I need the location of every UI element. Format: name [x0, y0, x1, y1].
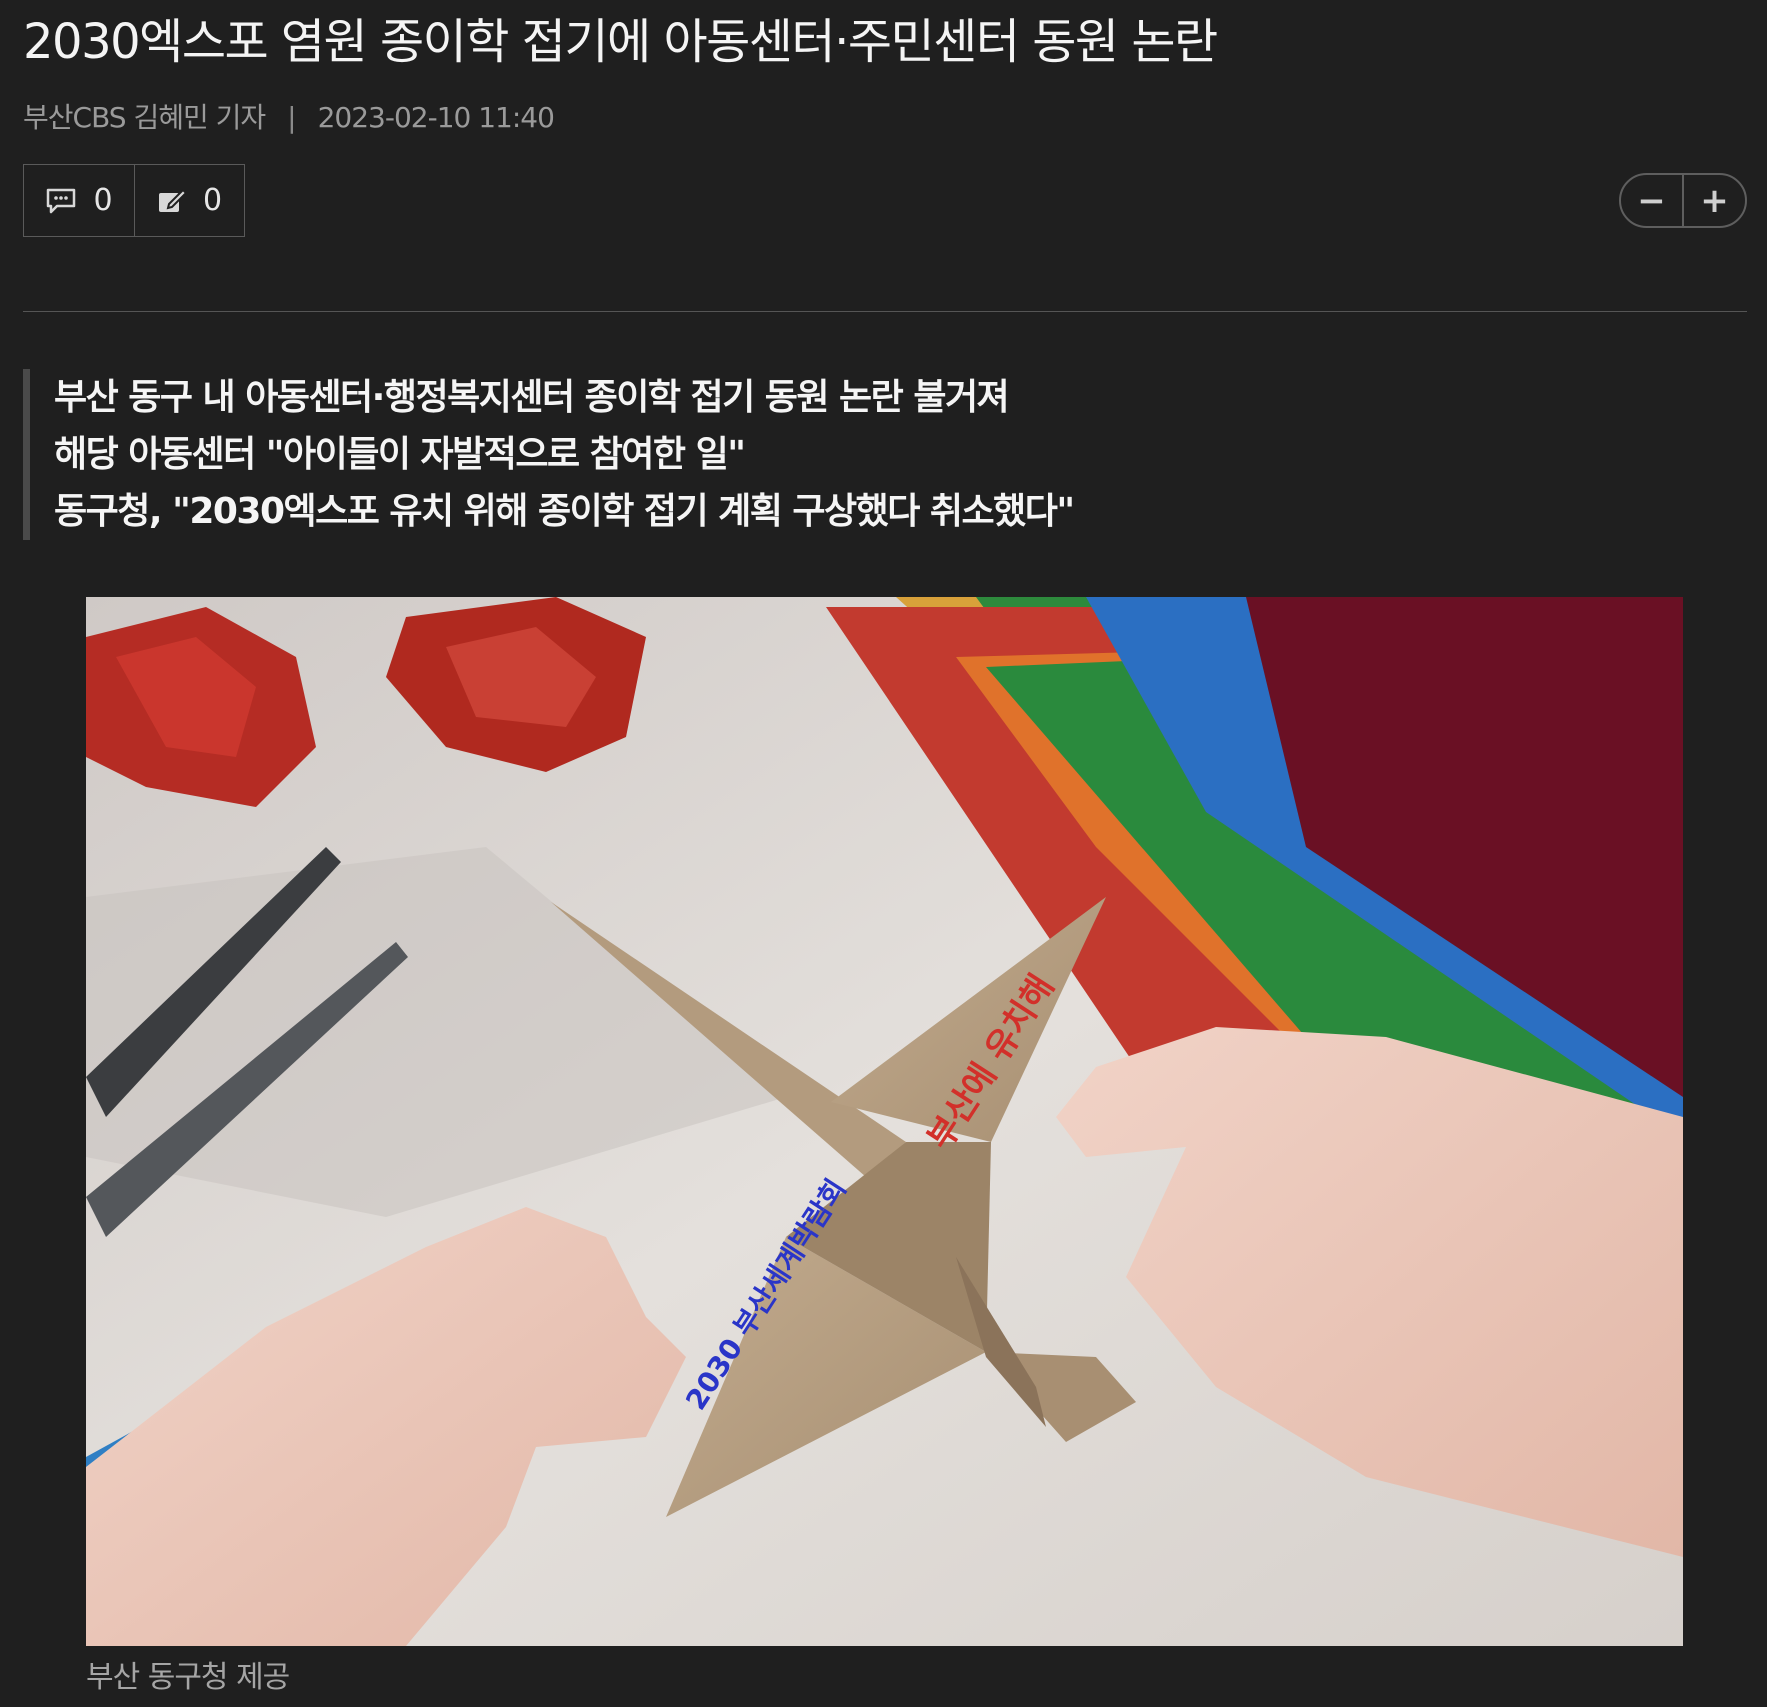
summary-line: 부산 동구 내 아동센터·행정복지센터 종이학 접기 동원 논란 불거져	[54, 377, 1010, 418]
article-headline: 2030엑스포 염원 종이학 접기에 아동센터·주민센터 동원 논란	[23, 14, 1218, 70]
byline-separator: |	[287, 101, 296, 134]
article-counters: 0 0	[23, 164, 245, 237]
font-increase-button[interactable]: +	[1682, 175, 1745, 226]
summary-line: 해당 아동센터 "아이들이 자발적으로 참여한 일"	[54, 434, 746, 475]
share-count: 0	[202, 183, 223, 218]
header-divider	[23, 311, 1747, 312]
article-summary: 부산 동구 내 아동센터·행정복지센터 종이학 접기 동원 논란 불거져 해당 …	[23, 369, 1223, 540]
write-icon	[157, 187, 187, 215]
publish-datetime: 2023-02-10 11:40	[317, 101, 555, 134]
share-count-button[interactable]: 0	[134, 165, 244, 236]
comment-count: 0	[93, 183, 113, 218]
photo-caption: 부산 동구청 제공	[86, 1660, 290, 1695]
font-decrease-button[interactable]: −	[1621, 175, 1682, 226]
summary-line: 동구청, "2030엑스포 유치 위해 종이학 접기 계획 구상했다 취소했다"	[54, 491, 1075, 532]
comment-icon	[45, 187, 77, 215]
author-name: 부산CBS 김혜민 기자	[23, 101, 266, 134]
article-photo: 부산에 유치해 2030 부산세계박람회	[86, 597, 1683, 1646]
byline: 부산CBS 김혜민 기자 | 2023-02-10 11:40	[23, 98, 555, 138]
font-size-control: − +	[1619, 173, 1747, 228]
comment-count-button[interactable]: 0	[24, 165, 134, 236]
